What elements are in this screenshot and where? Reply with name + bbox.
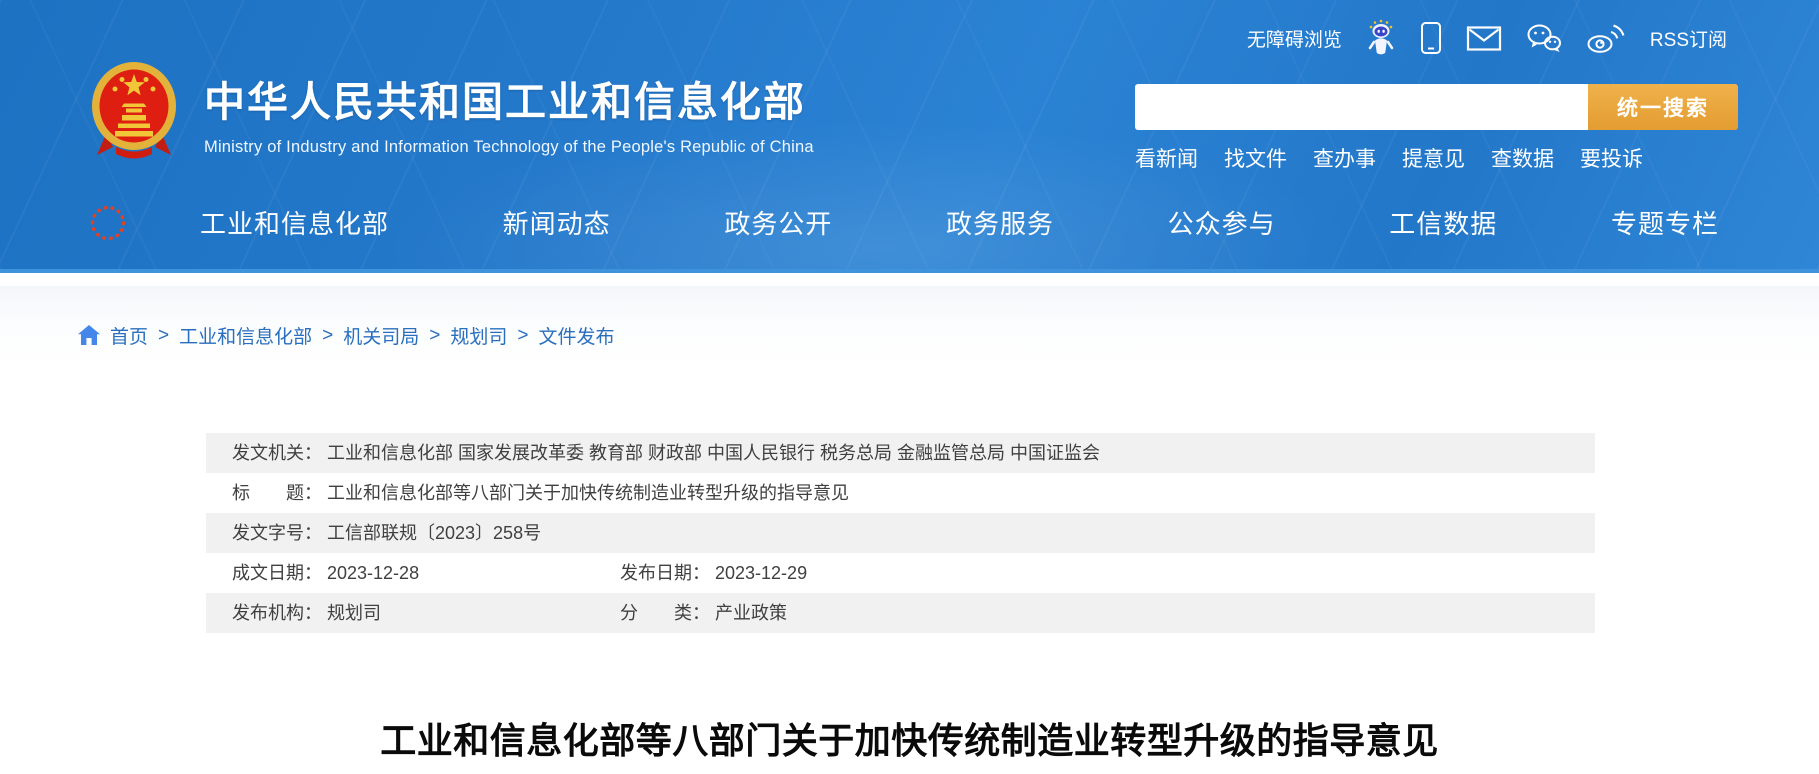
meta-value: 工业和信息化部等八部门关于加快传统制造业转型升级的指导意见: [327, 483, 849, 503]
meta-row-dates: 成文日期：2023-12-28 发布日期：2023-12-29: [206, 553, 1595, 593]
breadcrumb-separator: >: [429, 325, 440, 347]
meta-value: 产业政策: [715, 603, 787, 623]
svg-text:e: e: [99, 206, 118, 239]
meta-label: 成文日期：: [232, 563, 322, 583]
quick-link-feedback[interactable]: 提意见: [1402, 143, 1465, 173]
nav-item-miit-data[interactable]: 工信数据: [1389, 204, 1497, 241]
quick-link-services[interactable]: 查办事: [1313, 143, 1376, 173]
breadcrumb-separator: >: [517, 325, 528, 347]
breadcrumb: 首页 > 工业和信息化部 > 机关司局 > 规划司 > 文件发布: [78, 322, 615, 349]
nav-item-special-topics[interactable]: 专题专栏: [1611, 204, 1719, 241]
meta-label: 标 题：: [232, 483, 322, 503]
breadcrumb-separator: >: [158, 325, 169, 347]
meta-value: 工信部联规〔2023〕258号: [327, 523, 541, 543]
breadcrumb-separator: >: [322, 325, 333, 347]
breadcrumb-planning-dept[interactable]: 规划司: [450, 322, 507, 349]
wechat-icon[interactable]: [1526, 23, 1562, 53]
miit-webpage: 无障碍浏览: [0, 0, 1819, 774]
meta-value: 2023-12-29: [715, 563, 807, 583]
nav-item-miit[interactable]: 工业和信息化部: [200, 204, 389, 241]
meta-value: 2023-12-28: [327, 563, 419, 583]
breadcrumb-departments[interactable]: 机关司局: [343, 322, 419, 349]
meta-row-document-number: 发文字号：工信部联规〔2023〕258号: [206, 513, 1595, 553]
meta-label: 发文机关：: [232, 443, 322, 463]
utility-bar: 无障碍浏览: [1247, 18, 1727, 58]
nav-item-news[interactable]: 新闻动态: [503, 204, 611, 241]
nav-item-gov-disclosure[interactable]: 政务公开: [724, 204, 832, 241]
site-subtitle-en: Ministry of Industry and Information Tec…: [204, 138, 814, 157]
quick-links: 看新闻 找文件 查办事 提意见 查数据 要投诉: [1135, 143, 1738, 173]
nav-item-gov-services[interactable]: 政务服务: [946, 204, 1054, 241]
quick-link-complaints[interactable]: 要投诉: [1580, 143, 1643, 173]
accessibility-link[interactable]: 无障碍浏览: [1247, 25, 1342, 52]
meta-label: 分 类：: [620, 603, 710, 623]
meta-row-title: 标 题：工业和信息化部等八部门关于加快传统制造业转型升级的指导意见: [206, 473, 1595, 513]
miit-e-logo-icon[interactable]: e: [88, 200, 128, 244]
unified-search-button[interactable]: 统一搜索: [1588, 84, 1738, 130]
quick-link-news[interactable]: 看新闻: [1135, 143, 1198, 173]
search-input[interactable]: [1135, 84, 1588, 130]
mobile-icon[interactable]: [1420, 21, 1442, 55]
site-logo[interactable]: 中华人民共和国工业和信息化部 Ministry of Industry and …: [88, 58, 814, 169]
meta-row-publisher-category: 发布机构：规划司 分 类：产业政策: [206, 593, 1595, 633]
meta-label: 发布日期：: [620, 563, 710, 583]
home-icon[interactable]: [78, 325, 100, 346]
quick-link-documents[interactable]: 找文件: [1224, 143, 1287, 173]
quick-link-data[interactable]: 查数据: [1491, 143, 1554, 173]
meta-value: 规划司: [327, 603, 381, 623]
mascot-icon[interactable]: [1366, 19, 1396, 57]
meta-row-issuing-authority: 发文机关：工业和信息化部 国家发展改革委 教育部 财政部 中国人民银行 税务总局…: [206, 433, 1595, 473]
meta-value: 工业和信息化部 国家发展改革委 教育部 财政部 中国人民银行 税务总局 金融监管…: [327, 443, 1100, 463]
site-title[interactable]: 中华人民共和国工业和信息化部: [204, 68, 814, 128]
breadcrumb-document-release[interactable]: 文件发布: [539, 322, 615, 349]
breadcrumb-home[interactable]: 首页: [110, 322, 148, 349]
national-emblem-icon: [88, 58, 180, 169]
rss-link[interactable]: RSS订阅: [1650, 25, 1727, 52]
site-header: 无障碍浏览: [0, 0, 1819, 273]
search-area: 统一搜索 看新闻 找文件 查办事 提意见 查数据 要投诉: [1135, 84, 1738, 173]
meta-label: 发文字号：: [232, 523, 322, 543]
document-meta-table: 发文机关：工业和信息化部 国家发展改革委 教育部 财政部 中国人民银行 税务总局…: [206, 433, 1595, 633]
article-title: 工业和信息化部等八部门关于加快传统制造业转型升级的指导意见: [0, 712, 1819, 764]
mail-icon[interactable]: [1466, 25, 1502, 52]
nav-items: 工业和信息化部 新闻动态 政务公开 政务服务 公众参与 工信数据 专题专栏: [200, 204, 1727, 241]
nav-item-public-participation[interactable]: 公众参与: [1168, 204, 1276, 241]
meta-label: 发布机构：: [232, 603, 322, 623]
main-nav: e 工业和信息化部 新闻动态 政务公开 政务服务 公众参与 工信数据 专题专栏: [88, 196, 1727, 248]
weibo-icon[interactable]: [1586, 22, 1626, 54]
breadcrumb-miit[interactable]: 工业和信息化部: [179, 322, 312, 349]
